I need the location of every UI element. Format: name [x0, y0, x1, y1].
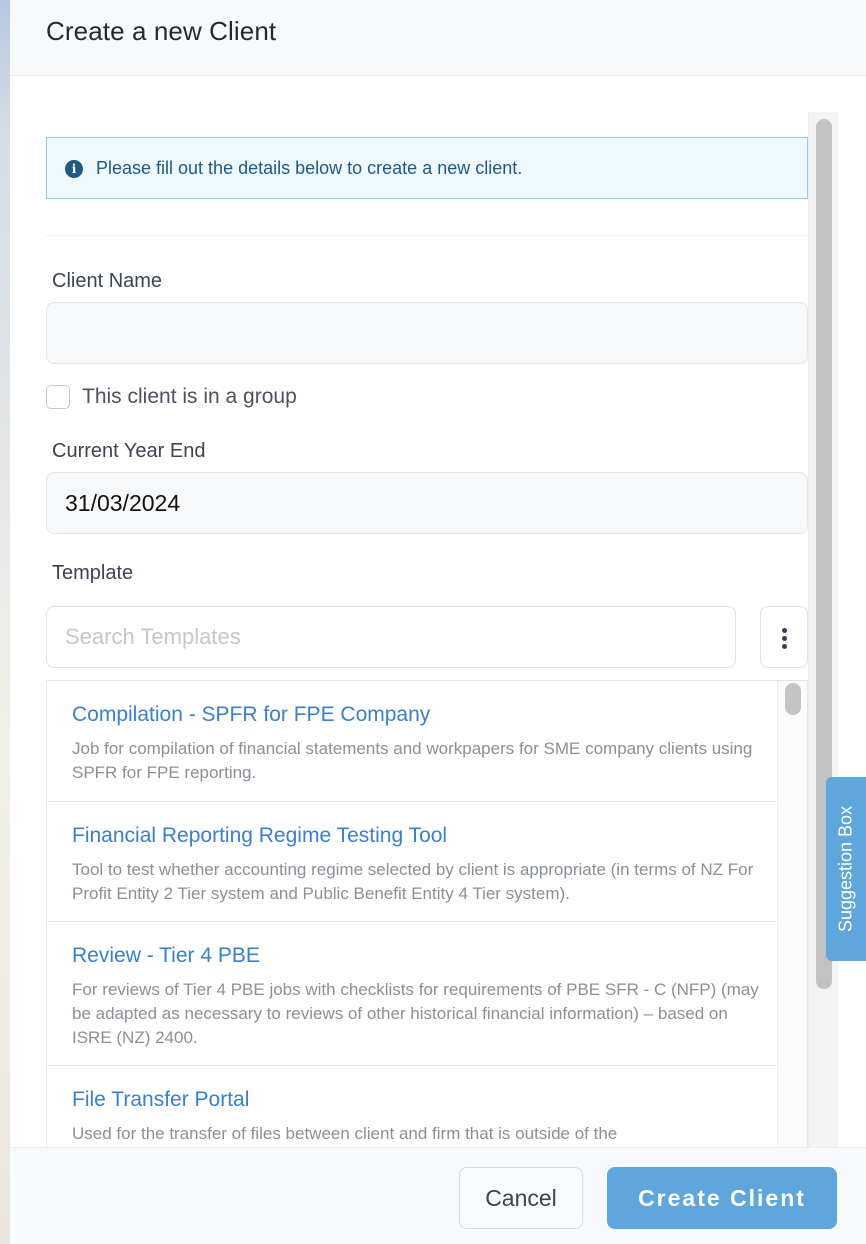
template-search-input[interactable] [46, 606, 736, 668]
template-list-item[interactable]: Financial Reporting Regime Testing Tool … [47, 802, 777, 922]
template-description: Tool to test whether accounting regime s… [72, 860, 754, 903]
template-list: Compilation - SPFR for FPE Company Job f… [46, 680, 808, 1147]
template-options-button[interactable] [760, 606, 808, 668]
template-title[interactable]: Financial Reporting Regime Testing Tool [72, 824, 447, 848]
more-vertical-icon [782, 644, 787, 649]
year-end-input[interactable] [46, 472, 808, 534]
template-list-scrollbar[interactable] [777, 681, 807, 1147]
template-description: Job for compilation of financial stateme… [72, 739, 753, 782]
modal-title: Create a new Client [46, 16, 277, 46]
template-title[interactable]: Compilation - SPFR for FPE Company [72, 703, 430, 727]
template-list-item[interactable]: File Transfer Portal Used for the transf… [47, 1066, 777, 1147]
template-list-item[interactable]: Review - Tier 4 PBE For reviews of Tier … [47, 922, 777, 1066]
info-alert: i Please fill out the details below to c… [46, 137, 808, 199]
divider [46, 235, 808, 236]
suggestion-box-label: Suggestion Box [835, 805, 856, 933]
template-title[interactable]: Review - Tier 4 PBE [72, 944, 260, 968]
template-list-scroll-thumb[interactable] [785, 683, 801, 715]
modal-header: Create a new Client [10, 0, 866, 76]
info-alert-text: Please fill out the details below to cre… [96, 158, 523, 178]
client-name-input[interactable] [46, 302, 808, 364]
template-description: For reviews of Tier 4 PBE jobs with chec… [72, 980, 759, 1047]
modal-footer: Cancel Create Client [10, 1147, 866, 1244]
cancel-button[interactable]: Cancel [459, 1167, 583, 1229]
suggestion-box-tab[interactable]: Suggestion Box [826, 777, 866, 961]
modal-body: i Please fill out the details below to c… [10, 77, 866, 1147]
year-end-label: Current Year End [52, 440, 206, 462]
group-checkbox-label[interactable]: This client is in a group [82, 385, 297, 409]
group-checkbox[interactable] [46, 385, 70, 409]
client-name-label: Client Name [52, 270, 163, 292]
create-client-modal: Create a new Client i Please fill out th… [10, 0, 866, 1244]
template-title[interactable]: File Transfer Portal [72, 1088, 249, 1112]
more-vertical-icon [782, 628, 787, 633]
template-description: Used for the transfer of files between c… [72, 1124, 618, 1143]
template-label: Template [52, 562, 134, 584]
info-icon: i [65, 160, 83, 178]
create-client-button[interactable]: Create Client [607, 1167, 837, 1229]
more-vertical-icon [782, 636, 787, 641]
template-list-item[interactable]: Compilation - SPFR for FPE Company Job f… [47, 681, 777, 802]
